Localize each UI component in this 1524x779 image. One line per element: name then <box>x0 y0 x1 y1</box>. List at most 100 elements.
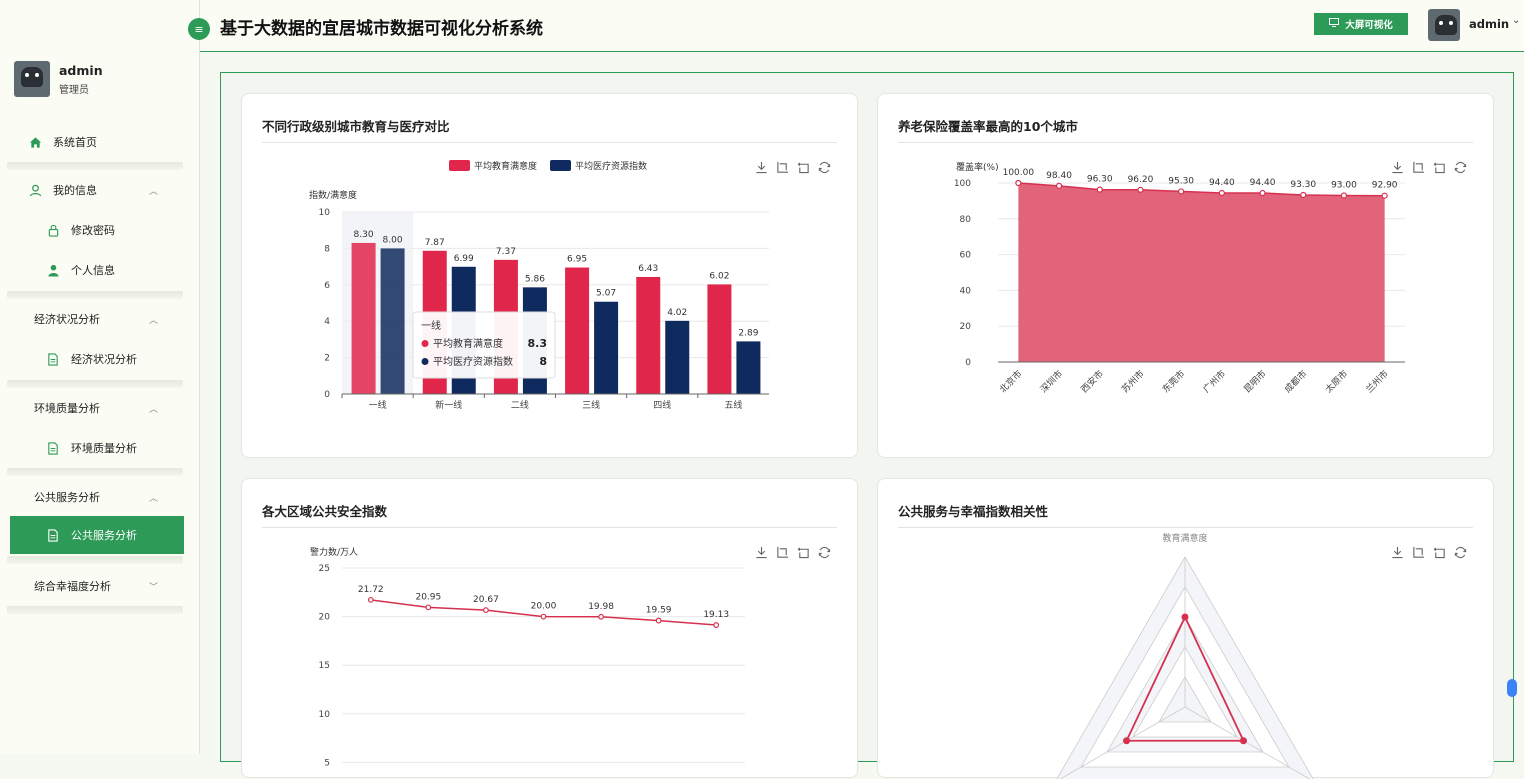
data-label: 8.30 <box>354 230 374 240</box>
pension-area-chart: 覆盖率(%) 0 20 40 60 80 100 100.00 北京市 98.40 深圳市 96.30… <box>954 161 1405 396</box>
sidebar-item-label: 系统首页 <box>53 136 97 149</box>
x-tick-label: 四线 <box>653 399 671 411</box>
x-tick-label: 新一线 <box>435 399 462 411</box>
y-tick-label: 100 <box>954 179 971 189</box>
x-tick-label: 兰州市 <box>1363 368 1391 396</box>
data-label: 8.00 <box>383 235 403 245</box>
chevron-down-icon: ﹀ <box>148 583 158 593</box>
sidebar-item-personal-info[interactable]: 个人信息 <box>0 252 200 288</box>
data-label: 94.40 <box>1209 178 1235 188</box>
y-tick-label: 80 <box>960 215 972 225</box>
y-tick-label: 0 <box>965 358 971 368</box>
sidebar: admin 管理员 系统首页 我的信息 ︿ 修改密码 个人信息 经济状况分析 ︿… <box>0 0 200 754</box>
scrollbar-handle[interactable] <box>1507 679 1517 697</box>
person-icon <box>46 263 60 277</box>
top-header: ≡ 基于大数据的宜居城市数据可视化分析系统 大屏可视化 admin ⌄ <box>188 0 1524 52</box>
chevron-up-icon: ︿ <box>148 405 158 415</box>
sidebar-item-my-info[interactable]: 我的信息 ︿ <box>0 172 200 208</box>
data-label: 20.00 <box>531 602 557 612</box>
sidebar-item-economy-group[interactable]: 经济状况分析 ︿ <box>0 301 200 337</box>
sidebar-item-public-service[interactable]: 公共服务分析 <box>10 516 184 554</box>
header-user-name[interactable]: admin <box>1469 17 1509 31</box>
y-tick-label: 2 <box>324 354 330 364</box>
x-tick-label: 太原市 <box>1322 368 1350 396</box>
bar <box>736 341 761 394</box>
bar <box>636 276 661 394</box>
bar <box>707 284 732 394</box>
menu-divider <box>7 556 183 564</box>
y-tick-label: 8 <box>324 244 330 254</box>
header-avatar[interactable] <box>1428 9 1460 41</box>
y-tick-label: 20 <box>319 613 331 623</box>
y-tick-label: 4 <box>324 317 330 327</box>
menu-divider <box>7 606 183 614</box>
bar <box>380 248 405 394</box>
legend-label: 平均医疗资源指数 <box>575 160 647 172</box>
x-tick-label: 成都市 <box>1282 368 1310 396</box>
x-tick-label: 深圳市 <box>1038 368 1066 396</box>
menu-divider <box>7 380 183 388</box>
x-tick-label: 昆明市 <box>1241 368 1269 396</box>
y-axis-title: 指数/满意度 <box>309 189 357 201</box>
x-tick-label: 广州市 <box>1200 368 1228 396</box>
sidebar-item-public-service-group[interactable]: 公共服务分析 ︿ <box>0 479 200 515</box>
y-axis-title: 警力数/万人 <box>310 546 358 558</box>
data-label: 6.43 <box>638 264 658 274</box>
data-label: 21.72 <box>358 585 384 595</box>
sidebar-item-economy[interactable]: 经济状况分析 <box>0 341 200 377</box>
sidebar-item-happiness-group[interactable]: 综合幸福度分析 ﹀ <box>0 568 200 604</box>
sidebar-item-label: 我的信息 <box>53 184 97 197</box>
data-label: 93.00 <box>1331 181 1357 191</box>
sidebar-item-environment-group[interactable]: 环境质量分析 ︿ <box>0 390 200 426</box>
data-label: 92.90 <box>1372 181 1398 191</box>
data-label: 96.20 <box>1128 175 1154 185</box>
menu-icon: ≡ <box>194 22 204 36</box>
x-tick-label: 五线 <box>724 399 742 411</box>
data-point <box>1137 186 1144 193</box>
data-label: 93.30 <box>1290 180 1316 190</box>
tooltip-title: 一线 <box>421 319 441 332</box>
sidebar-item-label: 修改密码 <box>71 224 115 237</box>
chevron-up-icon: ︿ <box>148 187 158 197</box>
sidebar-item-label: 环境质量分析 <box>71 442 137 455</box>
data-label: 94.40 <box>1250 178 1276 188</box>
data-point <box>483 607 489 613</box>
sidebar-item-label: 个人信息 <box>71 264 115 277</box>
data-label: 19.59 <box>646 606 672 616</box>
area-fill <box>1018 183 1385 362</box>
radar-point <box>1123 737 1131 745</box>
menu-divider <box>7 468 183 476</box>
tooltip-marker <box>421 340 429 347</box>
data-label: 2.89 <box>738 328 758 338</box>
legend-label: 平均教育满意度 <box>474 160 537 172</box>
screen-icon <box>1329 18 1340 30</box>
data-point <box>1218 189 1225 197</box>
sidebar-item-label: 公共服务分析 <box>71 529 137 542</box>
sidebar-item-change-password[interactable]: 修改密码 <box>0 212 200 248</box>
home-icon <box>28 135 42 149</box>
tooltip-series-name: 平均教育满意度 <box>433 337 503 350</box>
y-tick-label: 25 <box>319 564 330 574</box>
y-tick-label: 15 <box>319 661 330 671</box>
menu-divider <box>7 291 183 299</box>
card-pension: 养老保险覆盖率最高的10个城市 覆盖率(%) 0 20 40 60 80 100 100.00… <box>877 93 1494 458</box>
bar <box>565 267 590 394</box>
chevron-up-icon: ︿ <box>148 494 158 504</box>
sidebar-item-environment[interactable]: 环境质量分析 <box>0 430 200 466</box>
sidebar-item-label: 环境质量分析 <box>34 402 100 415</box>
chevron-down-icon[interactable]: ⌄ <box>1512 15 1520 26</box>
document-icon <box>46 528 60 542</box>
data-point <box>367 596 374 603</box>
x-tick-label: 三线 <box>582 399 600 411</box>
radar-indicator-label: 教育满意度 <box>1162 532 1207 544</box>
sidebar-item-home[interactable]: 系统首页 <box>0 124 200 160</box>
bigscreen-button[interactable]: 大屏可视化 <box>1314 13 1408 35</box>
data-point <box>1015 179 1022 187</box>
data-point <box>1259 189 1266 197</box>
menu-toggle-button[interactable]: ≡ <box>188 18 210 40</box>
sidebar-item-label: 经济状况分析 <box>34 313 100 326</box>
data-label: 5.86 <box>525 274 545 284</box>
sidebar-item-label: 经济状况分析 <box>71 353 137 366</box>
data-point <box>1096 186 1103 193</box>
data-point <box>1055 182 1063 189</box>
